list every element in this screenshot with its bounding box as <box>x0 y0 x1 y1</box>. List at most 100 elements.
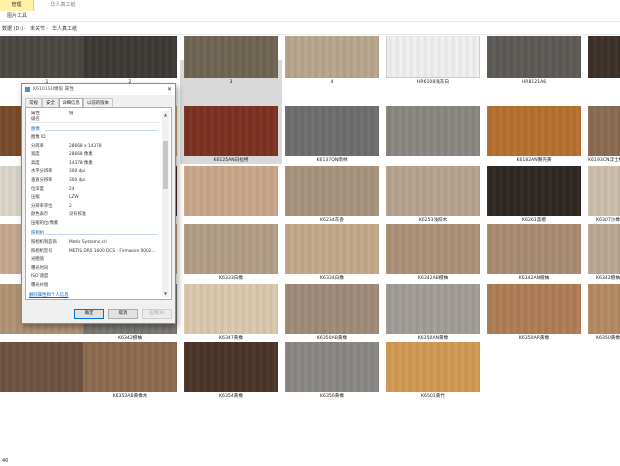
thumbnail-image <box>184 166 278 216</box>
property-row[interactable]: ISO 速度 <box>29 273 161 281</box>
thumbnail-item[interactable]: HR8121A6 <box>487 36 581 88</box>
thumbnail-image <box>588 284 620 334</box>
thumbnail-item[interactable]: K6350AN黄橡 <box>386 284 480 344</box>
file-explorer-window: 管理 华人真工纸 图片工具 数据 (D:) › 未关节 › 华人真工纸 1234… <box>0 0 620 466</box>
property-row[interactable]: 曝光时间 <box>29 265 161 273</box>
thumbnail-item[interactable]: K6261黑檀 <box>487 166 581 226</box>
thumbnail-item[interactable]: K6347黄橡 <box>184 284 278 344</box>
thumbnail-item[interactable]: K6182AN蟹壳黄 <box>487 106 581 166</box>
thumbnail-image <box>285 36 379 78</box>
thumbnail-item[interactable]: 3 <box>184 36 278 88</box>
thumbnail-item[interactable]: 1 <box>0 36 94 88</box>
thumbnail-label: K6501黄竹 <box>421 394 445 399</box>
thumbnail-item[interactable]: K6333白橡 <box>184 224 278 284</box>
tab-previous-versions[interactable]: 以前的版本 <box>83 98 113 107</box>
thumbnail-item[interactable]: K6356黄橡 <box>285 342 379 402</box>
thumbnail-item[interactable]: K6334白橡 <box>285 224 379 284</box>
breadcrumb-item-folder[interactable]: 未关节 <box>30 23 45 35</box>
thumbnail-label: 4 <box>330 80 334 85</box>
scroll-thumb[interactable] <box>163 141 168 189</box>
thumbnail-item[interactable]: K6342AB檀柚 <box>386 224 480 284</box>
tab-security[interactable]: 安全 <box>42 98 59 107</box>
property-row[interactable]: 颜色表示 没有校准 <box>29 211 161 219</box>
scrollbar[interactable]: ▲ ▼ <box>162 111 169 297</box>
thumbnail-image <box>83 342 177 392</box>
image-file-icon <box>25 87 30 92</box>
property-row[interactable]: 图像 ID <box>29 134 161 142</box>
scroll-down-icon[interactable]: ▼ <box>162 290 169 297</box>
thumbnail-label: K6342檀柚 <box>596 276 620 281</box>
property-value: 300 dpi <box>69 178 86 183</box>
tab-general[interactable]: 常规 <box>25 98 42 107</box>
property-row[interactable]: 高度 14378 像素 <box>29 160 161 168</box>
property-name: 光圈值 <box>31 257 44 263</box>
thumbnail-item[interactable]: K6353AB黄橡木 <box>83 342 177 402</box>
property-row[interactable]: 曝光补偿 <box>29 282 161 290</box>
section-image-label: 图像 <box>31 127 40 132</box>
thumbnail-item[interactable]: K6350黄橡 <box>588 284 620 344</box>
thumbnail-image <box>487 224 581 274</box>
column-value[interactable]: 值 <box>69 111 73 117</box>
thumbnail-item[interactable]: K6350AB黄橡 <box>285 284 379 344</box>
cancel-button[interactable]: 取消 <box>108 309 138 319</box>
property-row[interactable]: 光圈值 <box>29 256 161 264</box>
thumbnail-item[interactable]: 2 <box>83 36 177 88</box>
property-name: 高度 <box>31 160 40 166</box>
thumbnail-item[interactable]: HR6108浅灰白 <box>386 36 480 88</box>
thumbnail-item[interactable]: K6234灰香 <box>285 166 379 226</box>
thumbnail-image <box>285 224 379 274</box>
property-row[interactable]: 宽度 28668 像素 <box>29 151 161 159</box>
thumbnail-item[interactable] <box>0 342 94 402</box>
property-name: ISO 速度 <box>31 274 49 280</box>
tab-manage[interactable]: 管理 <box>0 0 34 11</box>
thumbnail-item[interactable] <box>386 106 480 166</box>
property-row[interactable]: 垂直分辨率 300 dpi <box>29 177 161 185</box>
property-row[interactable]: 分辨率 28668 x 14378 <box>29 143 161 151</box>
breadcrumb-item-drive[interactable]: 数据 (D:) <box>2 23 23 35</box>
section-divider <box>45 234 157 235</box>
property-name: 垂直分辨率 <box>31 178 53 183</box>
property-row[interactable]: 分辨率单位 2 <box>29 203 161 211</box>
thumbnail-item[interactable]: K6354黄橡 <box>184 342 278 402</box>
status-bar: 46 <box>0 456 620 466</box>
property-name: 压缩的位/像素 <box>31 221 59 226</box>
property-row[interactable]: 压缩的位/像素 <box>29 220 161 228</box>
dialog-title-bar[interactable]: K6101SU橡胶 属性 ✕ <box>22 84 175 95</box>
property-list: 属性 值 级名 图像 图像 ID 分辨率 28668 x 14378 宽度 28668 … <box>29 111 161 297</box>
thumbnail-image <box>386 166 480 216</box>
property-name: 分辨率 <box>31 143 44 149</box>
thumbnail-item[interactable] <box>184 166 278 226</box>
thumbnail-label: K6347黄橡 <box>219 336 243 341</box>
tab-folder-name[interactable]: 华人真工纸 <box>34 0 92 11</box>
thumbnail-image <box>83 36 177 78</box>
property-row[interactable]: 水平分辨率 300 dpi <box>29 168 161 176</box>
thumbnail-label: K6182AN蟹壳黄 <box>516 158 552 163</box>
thumbnail-item[interactable]: 4 <box>285 36 379 88</box>
thumbnail-image <box>285 342 379 392</box>
property-row[interactable]: 压缩 LZW <box>29 194 161 202</box>
thumbnail-item[interactable]: K6137QN雨林 <box>285 106 379 166</box>
thumbnail-image <box>0 342 94 392</box>
thumbnail-item[interactable] <box>588 36 620 88</box>
breadcrumb-item-current[interactable]: 华人真工纸 <box>52 23 77 35</box>
thumbnail-label: K6307沙橡 <box>596 218 620 223</box>
thumbnail-label: K6350AR黄橡 <box>518 336 550 341</box>
scroll-up-icon[interactable]: ▲ <box>162 111 169 118</box>
thumbnail-item[interactable]: K6193CN浮士檀木 <box>588 106 620 166</box>
thumbnail-item[interactable]: K6125AN白拉柯 <box>184 106 278 166</box>
thumbnail-item[interactable]: K6253浅棕木 <box>386 166 480 226</box>
property-row[interactable]: 照相机制造商 Metis Systems srl <box>29 239 161 247</box>
thumbnail-item[interactable]: K6342檀柚 <box>588 224 620 284</box>
thumbnail-item[interactable]: K6501黄竹 <box>386 342 480 402</box>
thumbnail-item[interactable]: K6350AR黄橡 <box>487 284 581 344</box>
apply-button[interactable]: 应用(A) <box>142 309 172 319</box>
property-row[interactable]: 照相机型号 METIS DRS 1600 DCS - Firmware 0002.… <box>29 248 161 256</box>
property-row[interactable]: 位深度 24 <box>29 186 161 194</box>
thumbnail-item[interactable]: K6307沙橡 <box>588 166 620 226</box>
remove-properties-link[interactable]: 删除属性和个人信息 <box>29 292 69 299</box>
thumbnail-item[interactable]: K6342AN檀柚 <box>487 224 581 284</box>
property-value: 2 <box>69 203 72 209</box>
close-icon[interactable]: ✕ <box>167 84 172 95</box>
thumbnail-image <box>487 166 581 216</box>
ok-button[interactable]: 确定 <box>74 309 104 319</box>
